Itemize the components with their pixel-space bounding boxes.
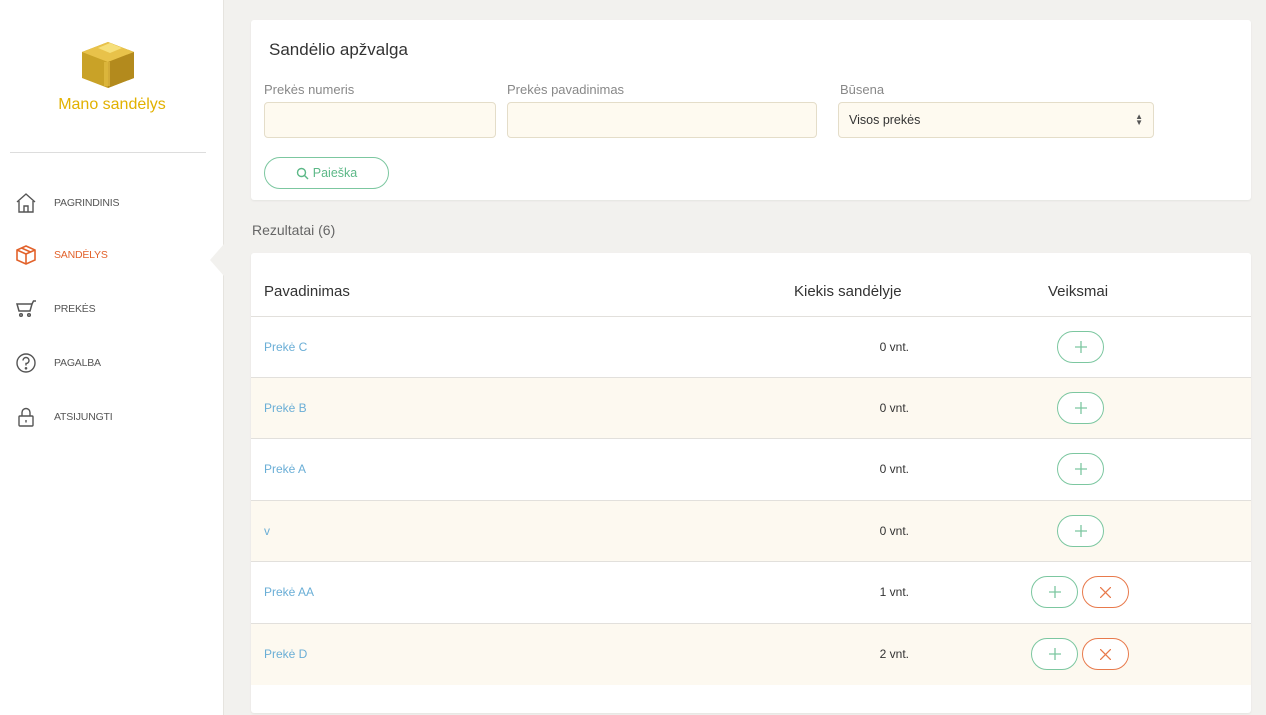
item-quantity: 0 vnt. [879, 340, 909, 354]
search-button[interactable]: Paieška [264, 157, 389, 189]
remove-button[interactable] [1082, 638, 1129, 670]
sidebar-item-atsijungti[interactable]: ATSIJUNGTI [14, 402, 214, 432]
close-icon [1100, 648, 1111, 660]
remove-button[interactable] [1082, 576, 1129, 608]
table-row: Prekė B 0 vnt. [251, 377, 1251, 439]
table-row: v 0 vnt. [251, 500, 1251, 562]
sidebar-item-label: PAGRINDINIS [54, 197, 120, 209]
lock-icon [14, 405, 38, 429]
home-icon [14, 191, 38, 215]
item-name-link[interactable]: Prekė D [264, 647, 307, 661]
sidebar-item-pagalba[interactable]: PAGALBA [14, 348, 214, 378]
table-row: Prekė A 0 vnt. [251, 438, 1251, 500]
add-button[interactable] [1031, 638, 1078, 670]
table-row: Prekė C 0 vnt. [251, 316, 1251, 378]
search-button-label: Paieška [312, 166, 358, 180]
item-number-label: Prekės numeris [264, 82, 355, 97]
item-name-input[interactable] [507, 102, 817, 138]
item-name-link[interactable]: Prekė AA [264, 585, 314, 599]
item-quantity: 0 vnt. [879, 462, 909, 476]
box-icon [14, 243, 38, 267]
close-icon [1100, 586, 1111, 598]
filter-panel: Sandėlio apžvalga Prekės numeris Prekės … [251, 20, 1251, 200]
plus-icon [1074, 463, 1087, 475]
item-quantity: 0 vnt. [879, 401, 909, 415]
plus-icon [1074, 402, 1087, 414]
item-quantity: 2 vnt. [879, 647, 909, 661]
add-button[interactable] [1031, 576, 1078, 608]
sidebar-item-pagrindinis[interactable]: PAGRINDINIS [14, 188, 214, 218]
sidebar-item-label: PAGALBA [54, 357, 101, 369]
status-select[interactable]: Visos prekės ▲ ▼ [838, 102, 1154, 138]
sidebar-item-label: PREKĖS [54, 303, 96, 315]
sidebar-item-label: SANDĖLYS [54, 249, 108, 261]
item-quantity: 0 vnt. [879, 524, 909, 538]
item-quantity: 1 vnt. [879, 585, 909, 599]
help-icon [14, 351, 38, 375]
results-table: Pavadinimas Kiekis sandėlyje Veiksmai Pr… [251, 253, 1251, 713]
status-select-value: Visos prekės [849, 113, 921, 127]
page-title: Sandėlio apžvalga [269, 40, 408, 59]
add-button[interactable] [1057, 331, 1104, 363]
add-button[interactable] [1057, 453, 1104, 485]
item-name-link[interactable]: Prekė B [264, 401, 307, 415]
table-row: Prekė D 2 vnt. [251, 623, 1251, 685]
item-name-label: Prekės pavadinimas [507, 82, 625, 97]
plus-icon [1074, 525, 1087, 537]
item-number-input[interactable] [264, 102, 496, 138]
item-name-link[interactable]: Prekė A [264, 462, 306, 476]
sidebar: Mano sandėlys PAGRINDINIS SANDĖLYS PREKĖ… [0, 0, 224, 715]
column-header-quantity: Kiekis sandėlyje [794, 283, 902, 300]
sidebar-divider [10, 152, 206, 153]
sidebar-item-label: ATSIJUNGTI [54, 411, 113, 423]
item-name-link[interactable]: Prekė C [264, 340, 307, 354]
logo-box-icon [82, 42, 134, 88]
status-label: Būsena [840, 82, 885, 97]
brand-name: Mano sandėlys [58, 96, 166, 113]
plus-icon [1074, 341, 1087, 353]
column-header-name: Pavadinimas [264, 283, 350, 300]
cart-icon [14, 297, 38, 321]
add-button[interactable] [1057, 392, 1104, 424]
results-count: Rezultatai (6) [252, 222, 336, 238]
sidebar-item-sandelys[interactable]: SANDĖLYS [14, 240, 214, 270]
sidebar-item-prekes[interactable]: PREKĖS [14, 294, 214, 324]
plus-icon [1048, 586, 1061, 598]
add-button[interactable] [1057, 515, 1104, 547]
select-arrows-icon: ▲ ▼ [1135, 112, 1143, 127]
search-icon [296, 167, 309, 179]
active-indicator [210, 244, 224, 276]
table-row: Prekė AA 1 vnt. [251, 561, 1251, 623]
plus-icon [1048, 648, 1061, 660]
column-header-actions: Veiksmai [1048, 283, 1109, 300]
item-name-link[interactable]: v [264, 524, 270, 538]
